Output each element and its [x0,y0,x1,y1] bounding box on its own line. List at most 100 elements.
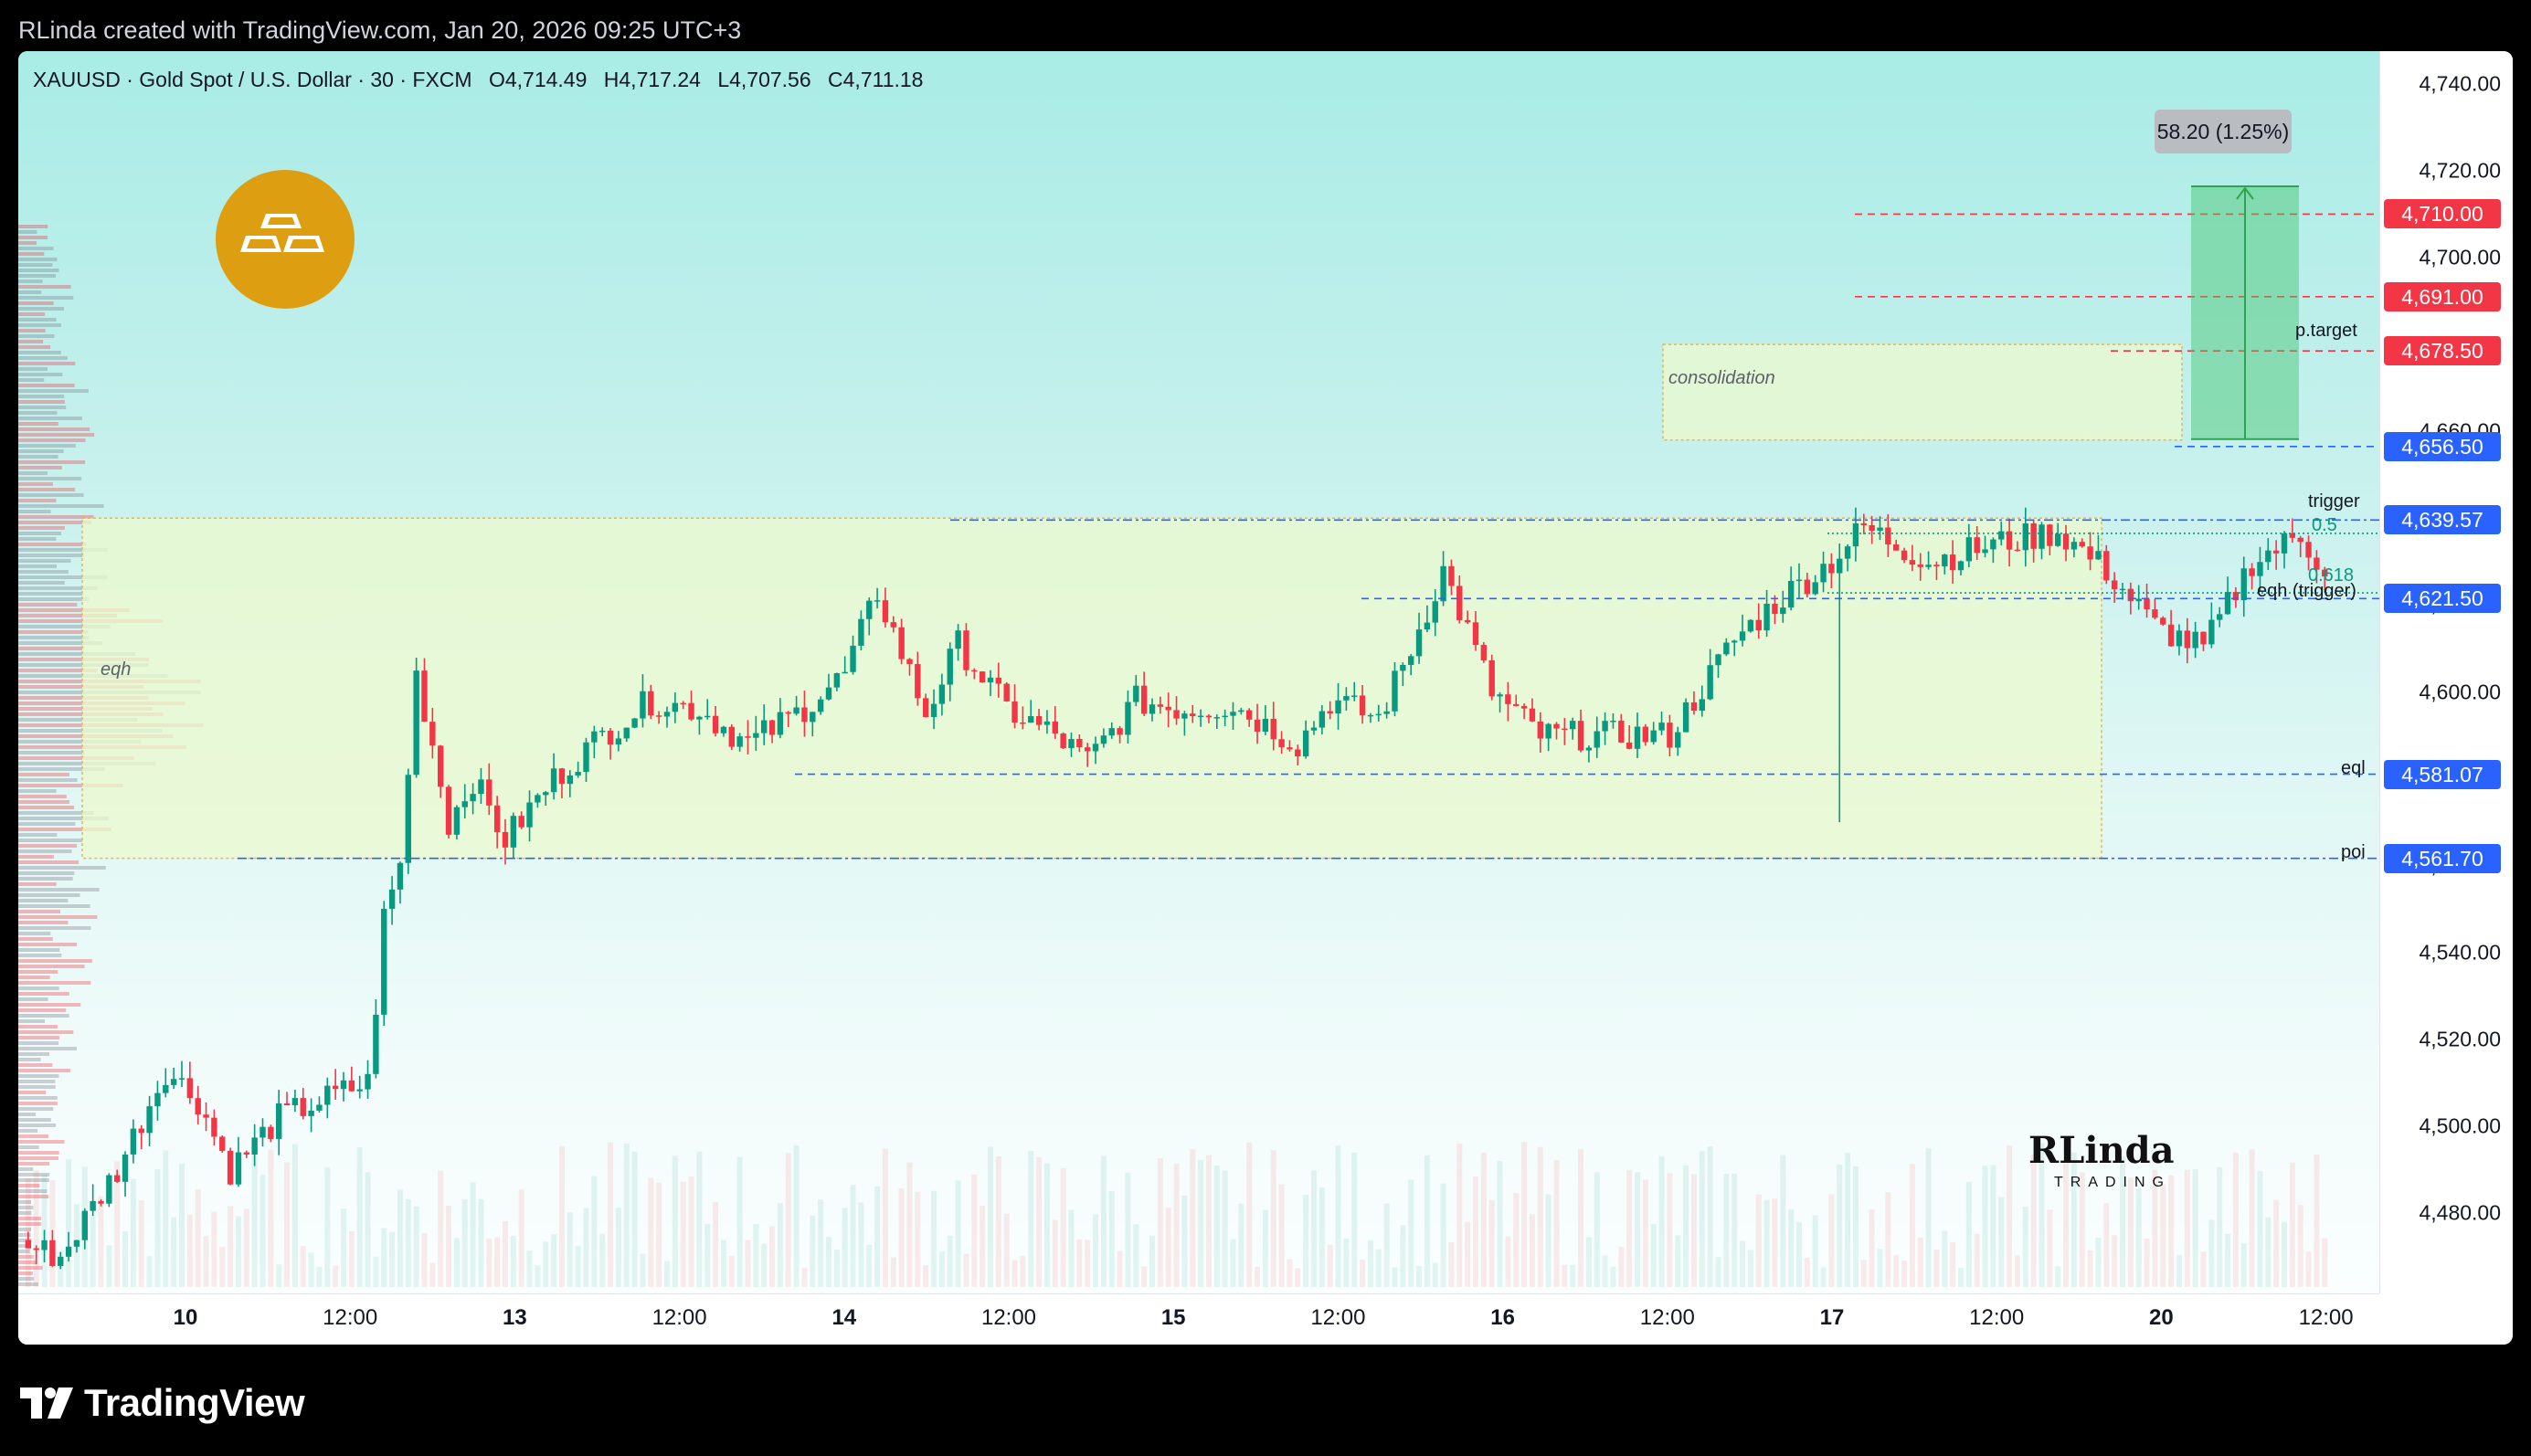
candle-body [930,703,937,718]
volume-profile-bar [18,345,51,349]
candle-body [1117,728,1123,735]
volume-profile-bar [18,943,78,946]
candle-body [2070,542,2078,550]
volume-profile-bar [18,258,58,261]
volume-profile-bar [18,932,51,935]
volume-bar [1933,1249,1940,1287]
volume-bar [1497,1160,1503,1287]
volume-profile-bar [18,521,92,524]
volume-bar [438,1170,444,1287]
candle-body [405,775,411,863]
candle-body [1545,723,1551,739]
candle-body [106,1175,112,1204]
volume-bar [793,1145,800,1287]
volume-bar [1287,1259,1293,1287]
volume-bar [179,1163,185,1287]
candle-body [1100,735,1107,744]
price-axis[interactable]: 4,740.004,720.004,700.004,680.004,660.00… [2379,51,2513,1293]
candle-body [1585,747,1593,751]
price-tick: 4,540.00 [2419,940,2501,965]
volume-profile-bar [18,252,45,256]
volume-bar [122,1231,129,1287]
volume-bar [1085,1240,1091,1287]
volume-bar [1529,1214,1535,1287]
price-tick: 4,740.00 [2419,71,2501,96]
volume-bar [98,1196,104,1287]
candle-body [438,745,444,787]
candle-body [1003,683,1010,702]
candle-body [1125,702,1131,735]
candle-body [243,1152,249,1155]
volume-profile-bar [18,460,86,464]
volume-bar [413,1206,419,1287]
volume-profile-bar [18,285,71,289]
volume-profile-bar [18,236,48,239]
candle-body [1149,704,1156,714]
price-tick: 4,500.00 [2419,1113,2501,1138]
volume-bar [2217,1166,2223,1287]
volume-bar [1318,1187,1325,1287]
price-tag: 4,656.50 [2384,431,2501,461]
candle-body [81,1210,88,1240]
price-tag: 4,678.50 [2384,336,2501,366]
volume-bar [2240,1243,2247,1287]
symbol-legend[interactable]: XAUUSD · Gold Spot / U.S. Dollar · 30 · … [33,68,934,92]
volume-bar [898,1188,905,1287]
volume-bar [1788,1208,1795,1287]
volume-bar [1157,1158,1163,1287]
volume-bar [2282,1221,2287,1287]
volume-profile-bar [18,800,70,804]
volume-bar [1327,1244,1333,1287]
time-tick: 12:00 [1639,1305,1695,1330]
volume-bar [1958,1268,1964,1287]
candle-body [276,1103,282,1139]
candle-body [1658,723,1665,731]
volume-bar [591,1176,598,1287]
volume-profile-bar [18,1019,46,1023]
volume-profile-bar [18,806,75,809]
volume-profile-bar [18,844,78,848]
candle-body [712,715,719,733]
volume-bar [1093,1214,1099,1287]
volume-bar [1925,1148,1932,1287]
volume-bar [389,1231,396,1287]
candle-body [259,1126,266,1138]
candle-body [1351,695,1358,697]
candle-body [1448,565,1455,586]
volume-profile-bar [18,329,46,332]
candle-body [2152,609,2158,618]
candle-body [915,664,921,699]
volume-profile-bar [18,1052,49,1056]
volume-bar [1416,1266,1423,1287]
candle-body [2087,546,2093,560]
volume-bar [535,1265,541,1287]
volume-profile-bar [18,1113,37,1116]
volume-bar [405,1198,411,1287]
volume-bar [494,1237,501,1287]
candle-body [1408,656,1414,665]
volume-bar [696,1151,703,1287]
price-chart-pane[interactable]: XAUUSD · Gold Spot / U.S. Dollar · 30 · … [18,51,2379,1293]
volume-bar [2160,1184,2166,1287]
volume-bar [1820,1267,1827,1287]
candle-body [2127,588,2134,602]
time-axis[interactable]: 10 12:00 13 12:00 14 12:00 15 12:00 16 12:00 17 12:… [18,1293,2379,1345]
volume-bar [365,1172,371,1287]
rlinda-logo-text: RLinda [2028,1129,2175,1172]
candle-body [704,715,711,718]
volume-profile-bar [18,997,48,1001]
candle-body [163,1084,169,1093]
chart-credit: RLinda created with TradingView.com, Jan… [18,16,742,44]
candle-body [2192,631,2198,649]
volume-profile-bar [18,406,67,409]
volume-profile-bar [18,833,58,837]
volume-bar [608,1142,614,1287]
candle-body [1739,631,1746,641]
tradingview-logo[interactable]: TradingView [20,1381,305,1425]
candle-body [1667,723,1673,748]
candle-body [898,627,905,659]
volume-bar [955,1180,961,1287]
volume-profile-bar [18,1014,69,1018]
candle-body [154,1092,161,1107]
volume-profile-bar [18,1041,59,1045]
